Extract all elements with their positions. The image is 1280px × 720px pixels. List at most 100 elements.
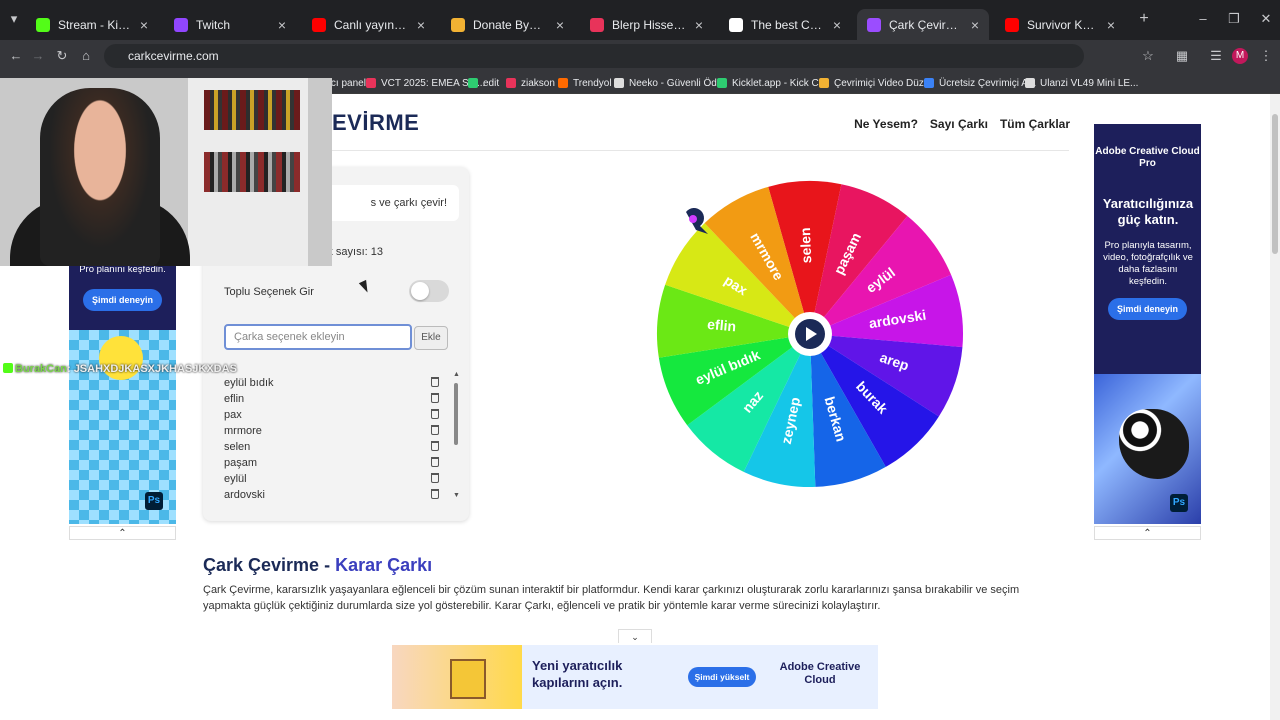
bookmark-item[interactable]: Ücretsiz Çevrimiçi A... <box>924 75 1036 91</box>
trash-icon[interactable] <box>431 441 439 451</box>
site-logo[interactable]: EVİRME <box>332 110 419 136</box>
bookmark-item[interactable]: Ulanzi VL49 Mini LE... <box>1025 75 1138 91</box>
bookmark-label: Ücretsiz Çevrimiçi A... <box>939 77 1037 89</box>
window-restore-button[interactable]: ❐ <box>1224 9 1244 29</box>
house-illustration <box>450 659 486 699</box>
reload-icon[interactable]: ↻ <box>52 46 72 66</box>
media-controls-icon[interactable]: ☰ <box>1206 46 1226 66</box>
scroll-down-icon[interactable]: ▼ <box>453 492 460 499</box>
tab-close-icon[interactable]: × <box>695 17 703 33</box>
browser-tab[interactable]: The best ChatBot and W × <box>719 9 851 40</box>
trash-icon[interactable] <box>431 409 439 419</box>
photoshop-icon: Ps <box>1170 494 1188 512</box>
trash-icon[interactable] <box>431 377 439 387</box>
browser-tab[interactable]: Blerp Hisseleri için Canlı Y × <box>580 9 713 40</box>
add-option-button[interactable]: Ekle <box>414 326 448 350</box>
nav-sayi-carki[interactable]: Sayı Çarkı <box>930 117 988 131</box>
right-ad-collapse-icon[interactable]: ⌃ <box>1094 526 1201 540</box>
bookmark-favicon-icon <box>819 78 829 88</box>
trash-icon[interactable] <box>431 489 439 499</box>
tab-close-icon[interactable]: × <box>833 17 841 33</box>
browser-tab[interactable]: Donate ByNoGame - Gele × <box>441 9 574 40</box>
list-item: pax <box>223 407 445 423</box>
browser-tab[interactable]: Twitch × <box>164 9 296 40</box>
content-heading: Çark Çevirme - Karar Çarkı <box>203 555 432 576</box>
option-input[interactable]: Çarka seçenek ekleyin <box>224 324 412 350</box>
ad-cta-button[interactable]: Şimdi yükselt <box>688 667 756 687</box>
tab-title: Twitch <box>196 17 231 32</box>
browser-tab[interactable]: Çark Çevirme - Karar Çarkı × <box>857 9 989 40</box>
chat-nickname: BurakCan <box>15 363 67 375</box>
browser-menu-icon[interactable]: ⋮ <box>1256 46 1276 66</box>
scroll-thumb[interactable] <box>454 383 458 445</box>
site-nav: Ne Yesem? Sayı Çarkı Tüm Çarklar <box>854 117 1070 131</box>
tab-close-icon[interactable]: × <box>417 17 425 33</box>
address-bar[interactable]: carkcevirme.com <box>104 44 1084 68</box>
tab-close-icon[interactable]: × <box>1107 17 1115 33</box>
tab-title: Blerp Hisseleri için Canlı Y <box>612 17 687 32</box>
nav-tum-carklar[interactable]: Tüm Çarklar <box>1000 117 1070 131</box>
header-divider <box>203 150 1069 151</box>
page-scroll-thumb[interactable] <box>1272 114 1278 254</box>
tab-favicon-icon <box>174 17 188 32</box>
browser-tab[interactable]: Canlı yayın - YouTube Stu × <box>302 9 435 40</box>
trash-icon[interactable] <box>431 425 439 435</box>
extensions-icon[interactable]: ▦ <box>1172 46 1192 66</box>
ad-cta-button[interactable]: Şimdi deneyin <box>1108 298 1187 320</box>
back-icon[interactable]: ← <box>6 46 26 66</box>
list-item: selen <box>223 439 445 455</box>
bookmark-item[interactable]: edit <box>468 75 499 91</box>
tab-title: Donate ByNoGame - Gele <box>473 17 548 32</box>
bookmark-item[interactable]: ziakson <box>506 75 555 91</box>
bookmark-item[interactable]: Çevrimiçi Video Düz... <box>819 75 932 91</box>
books-row <box>204 90 300 130</box>
forward-icon[interactable]: → <box>28 46 48 66</box>
trash-icon[interactable] <box>431 457 439 467</box>
right-ad-banner[interactable]: Adobe Creative Cloud Pro Yaratıcılığınız… <box>1094 124 1201 524</box>
tab-close-icon[interactable]: × <box>556 17 564 33</box>
bookmark-item[interactable]: Kicklet.app - Kick C... <box>717 75 827 91</box>
list-item: paşam <box>223 455 445 471</box>
bottom-ad-banner[interactable]: Yeni yaratıcılık kapılarını açın. Şimdi … <box>392 645 878 709</box>
tab-search-button[interactable]: ▾ <box>4 9 24 29</box>
tab-close-icon[interactable]: × <box>971 17 979 33</box>
tab-title: Canlı yayın - YouTube Stu <box>334 17 409 32</box>
decision-wheel[interactable]: selen paşameylülardovskiarepburakberkanze… <box>652 176 968 492</box>
bookmark-label: Neeko - Güvenli Öd... <box>629 77 726 89</box>
trash-icon[interactable] <box>431 393 439 403</box>
content-paragraph: Çark Çevirme, kararsızlık yaşayanlara eğ… <box>203 584 1020 612</box>
browser-tab[interactable]: Stream - Kick Dashboard × <box>26 9 158 40</box>
tab-favicon-icon <box>1005 17 1019 32</box>
bookmark-favicon-icon <box>614 78 624 88</box>
browser-tab[interactable]: Survivor Konsey Müzi × <box>995 9 1125 40</box>
nav-ne-yesem[interactable]: Ne Yesem? <box>854 117 918 131</box>
bookmark-item[interactable]: Trendyol <box>558 75 612 91</box>
tab-favicon-icon <box>867 17 881 32</box>
ad-brand: Adobe Creative Cloud Pro <box>1095 146 1200 169</box>
window-close-button[interactable]: ✕ <box>1256 9 1276 29</box>
chat-message: : JSAHXDJKASXJKHASJKXDAS <box>66 363 237 375</box>
tab-close-icon[interactable]: × <box>140 17 148 33</box>
trash-icon[interactable] <box>431 473 439 483</box>
scroll-up-icon[interactable]: ▲ <box>453 371 460 378</box>
tab-favicon-icon <box>729 17 743 32</box>
option-label: pax <box>224 409 242 421</box>
home-icon[interactable]: ⌂ <box>76 46 96 66</box>
profile-avatar[interactable]: M <box>1232 48 1248 64</box>
option-list-scrollbar[interactable]: ▲ ▼ <box>452 371 460 501</box>
bookmark-item[interactable]: Neeko - Güvenli Öd... <box>614 75 725 91</box>
left-ad-collapse-icon[interactable]: ⌃ <box>69 526 176 540</box>
option-list: eylül bıdık eflin pax mrmore selen paşam eylül… <box>223 375 445 503</box>
page-scrollbar[interactable] <box>1270 94 1280 720</box>
window-minimize-button[interactable]: – <box>1193 9 1213 29</box>
bookmark-label: ziakson <box>521 77 555 89</box>
ad-cta-button[interactable]: Şimdi deneyin <box>83 289 162 311</box>
bottom-ad-collapse-icon[interactable]: ⌄ <box>618 629 652 643</box>
left-ad-banner[interactable]: Pro planını keşfedin. Şimdi deneyin Ps <box>69 260 176 524</box>
tab-close-icon[interactable]: × <box>278 17 286 33</box>
tab-favicon-icon <box>451 17 465 32</box>
bulk-input-toggle[interactable] <box>409 280 449 302</box>
new-tab-button[interactable]: + <box>1134 9 1154 29</box>
bulk-input-label: Toplu Seçenek Gir <box>224 286 314 298</box>
bookmark-star-icon[interactable]: ☆ <box>1138 46 1158 66</box>
